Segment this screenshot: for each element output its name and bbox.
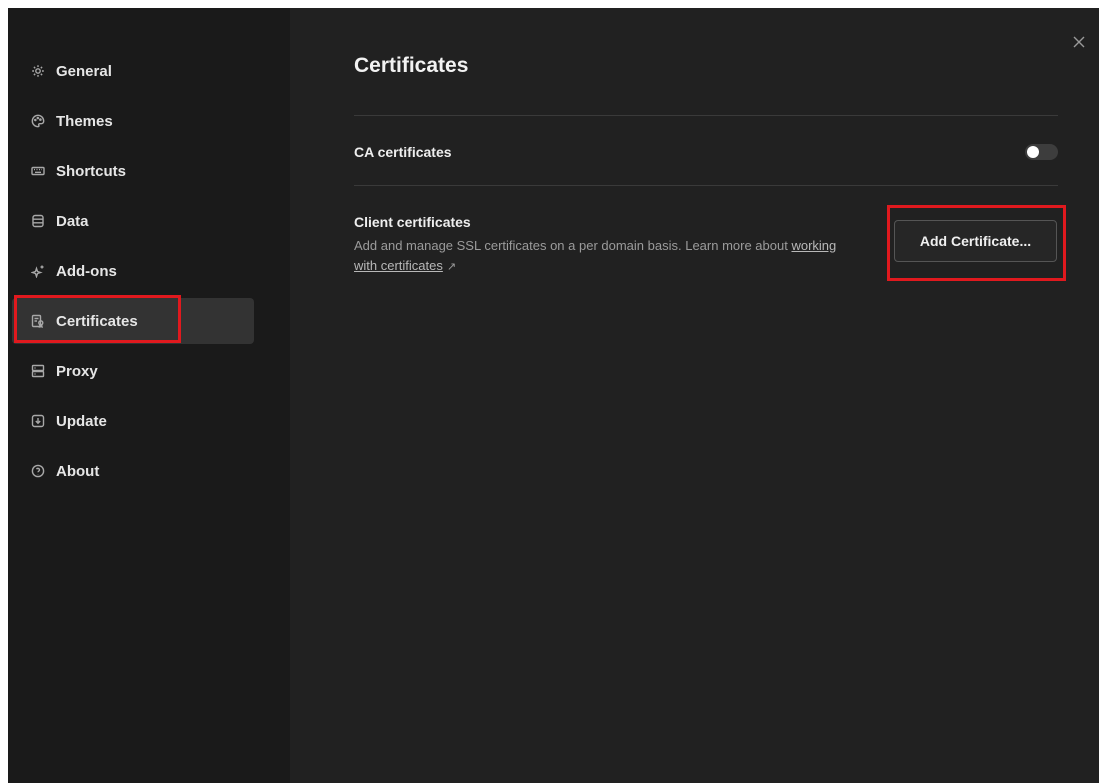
- ca-certificates-toggle[interactable]: [1025, 144, 1058, 160]
- add-certificate-button[interactable]: Add Certificate...: [894, 220, 1057, 262]
- ca-certificates-label: CA certificates: [354, 144, 452, 160]
- external-link-icon: ↗: [446, 261, 457, 273]
- sidebar-item-label: Themes: [56, 112, 113, 130]
- sidebar-item-add-ons[interactable]: Add-ons: [12, 248, 254, 294]
- info-circle-icon: [30, 463, 46, 479]
- page-title: Certificates: [354, 54, 469, 77]
- sidebar-item-general[interactable]: General: [12, 48, 254, 94]
- title-divider: [354, 115, 1058, 116]
- settings-sidebar: General Themes Shortcuts Data Add-ons Ce…: [8, 8, 290, 783]
- keyboard-icon: [30, 163, 46, 179]
- section-divider: [354, 185, 1058, 186]
- sidebar-item-about[interactable]: About: [12, 448, 254, 494]
- palette-icon: [30, 113, 46, 129]
- sidebar-item-label: Add-ons: [56, 262, 117, 280]
- close-icon: [1072, 35, 1086, 54]
- download-icon: [30, 413, 46, 429]
- client-certificates-description: Add and manage SSL certificates on a per…: [354, 236, 854, 277]
- sidebar-item-data[interactable]: Data: [12, 198, 254, 244]
- sidebar-item-label: Proxy: [56, 362, 98, 380]
- certificate-icon: [30, 313, 46, 329]
- sidebar-item-label: Update: [56, 412, 107, 430]
- toggle-knob: [1027, 146, 1039, 158]
- sidebar-item-label: General: [56, 62, 112, 80]
- sidebar-item-label: Certificates: [56, 312, 138, 330]
- database-icon: [30, 213, 46, 229]
- sidebar-item-label: Data: [56, 212, 89, 230]
- sidebar-item-shortcuts[interactable]: Shortcuts: [12, 148, 254, 194]
- sidebar-item-themes[interactable]: Themes: [12, 98, 254, 144]
- close-button[interactable]: [1069, 34, 1089, 54]
- sparkle-icon: [30, 263, 46, 279]
- sidebar-item-proxy[interactable]: Proxy: [12, 348, 254, 394]
- sidebar-item-label: Shortcuts: [56, 162, 127, 180]
- settings-content: Certificates CA certificates Client cert…: [290, 8, 1099, 783]
- sidebar-item-label: About: [56, 462, 100, 480]
- sidebar-item-update[interactable]: Update: [12, 398, 254, 444]
- server-icon: [30, 363, 46, 379]
- gear-icon: [30, 63, 46, 79]
- settings-window: General Themes Shortcuts Data Add-ons Ce…: [8, 8, 1099, 783]
- client-certificates-label: Client certificates: [354, 214, 471, 230]
- description-text: Add and manage SSL certificates on a per…: [354, 238, 788, 253]
- sidebar-item-certificates[interactable]: Certificates: [12, 298, 254, 344]
